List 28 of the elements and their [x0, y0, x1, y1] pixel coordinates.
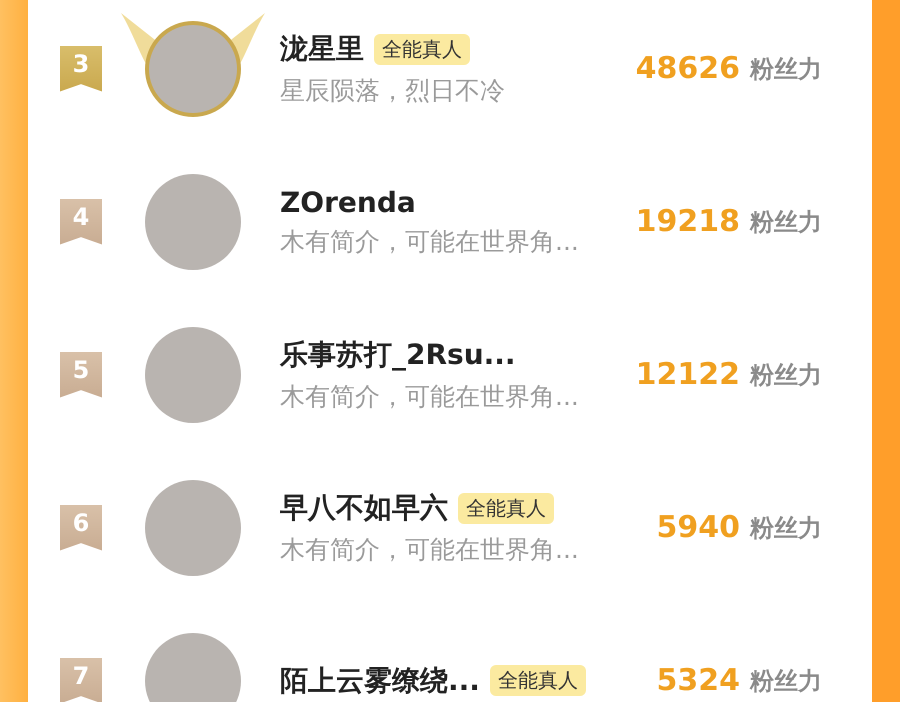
user-bio: 星辰陨落，烈日不冷	[280, 75, 506, 107]
user-tag: 全能真人	[458, 492, 554, 524]
user-bio: 木有简介，可能在世界角...	[280, 381, 580, 413]
user-name: 泷星里	[280, 31, 364, 67]
avatar-photo-placeholder[interactable]	[145, 632, 241, 702]
score-unit: 粉丝力	[750, 206, 822, 238]
rank-badge: 6	[60, 504, 102, 550]
score-unit: 粉丝力	[750, 54, 822, 84]
user-name: 早八不如早六	[280, 490, 448, 526]
rank-badge: 7	[60, 658, 102, 702]
rank-badge: 5	[60, 352, 102, 398]
fan-score: 5324	[656, 663, 740, 698]
fan-score: 5940	[656, 510, 740, 545]
user-tag: 全能真人	[374, 34, 470, 64]
fan-score: 12122	[636, 357, 740, 392]
fan-score: 48626	[636, 51, 740, 86]
score-unit: 粉丝力	[750, 512, 822, 544]
user-bio: 木有简介，可能在世界角...	[280, 226, 580, 258]
fan-score: 19218	[636, 204, 740, 239]
rank-badge: 4	[60, 198, 102, 244]
user-bio: 木有简介，可能在世界角...	[280, 534, 580, 566]
rank-badge: 3	[60, 46, 102, 92]
score-unit: 粉丝力	[750, 666, 822, 696]
user-name: 乐事苏打_2Rsu...	[280, 337, 516, 373]
score-unit: 粉丝力	[750, 360, 822, 390]
user-name: ZOrenda	[280, 186, 416, 218]
user-name: 陌上云雾缭绕...	[280, 662, 480, 698]
user-tag: 全能真人	[490, 665, 586, 696]
